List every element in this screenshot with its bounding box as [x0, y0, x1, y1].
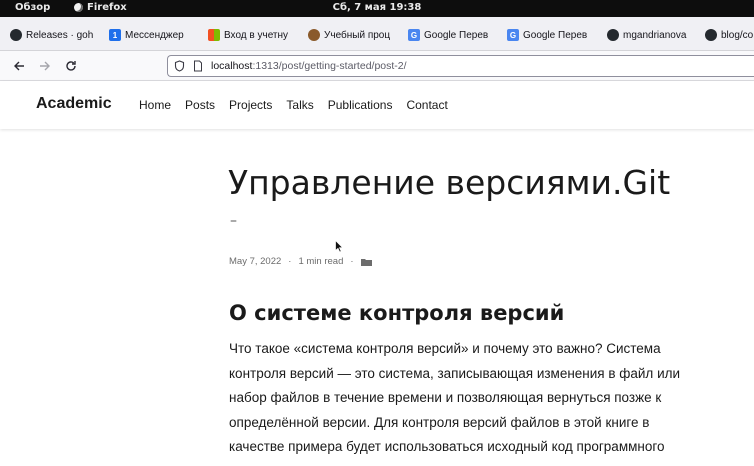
education-icon	[308, 29, 320, 41]
google-translate-icon: G	[408, 29, 420, 41]
paragraph-line: Что такое «система контроля версий» и по…	[229, 341, 661, 356]
site-navigation: Home Posts Projects Talks Publications C…	[139, 98, 448, 112]
tab-label: Releases · goh	[26, 29, 94, 41]
article-read-time: 1 min read	[298, 256, 344, 267]
url-host: localhost	[211, 60, 253, 72]
tab-label: Google Перев	[424, 29, 489, 41]
reload-button[interactable]	[62, 57, 80, 75]
folder-icon[interactable]	[360, 258, 372, 266]
url-text[interactable]: localhost:1313/post/getting-started/post…	[211, 60, 407, 72]
url-path: :1313/post/getting-started/post-2/	[252, 60, 407, 72]
arrow-left-icon	[14, 61, 24, 71]
tab-label: Учебный проц	[324, 29, 391, 41]
browser-tab[interactable]: mgandrianova	[607, 25, 691, 45]
system-clock[interactable]: Сб, 7 мая 19:38	[0, 2, 754, 13]
mouse-pointer-icon	[335, 240, 343, 253]
system-top-bar: Обзор Firefox Сб, 7 мая 19:38	[0, 0, 754, 17]
messenger-icon: 1	[109, 29, 121, 41]
paragraph-line: контроля версий — это система, записываю…	[229, 365, 681, 381]
github-icon	[607, 29, 619, 41]
tab-label: mgandrianova	[623, 29, 687, 41]
paragraph-line: определённой версии. Для контроля версий…	[229, 414, 650, 430]
site-brand[interactable]: Academic	[36, 95, 112, 113]
nav-link-publications[interactable]: Publications	[328, 98, 393, 112]
back-button[interactable]	[10, 57, 28, 75]
browser-tab[interactable]: Вход в учетну	[208, 25, 292, 45]
article-date: May 7, 2022	[229, 256, 282, 267]
nav-link-posts[interactable]: Posts	[185, 98, 215, 112]
github-icon	[10, 29, 22, 41]
section-heading: О системе контроля версий	[229, 301, 565, 325]
nav-link-projects[interactable]: Projects	[229, 98, 272, 112]
reload-icon	[66, 61, 76, 71]
browser-tab[interactable]: Учебный проц	[308, 25, 392, 45]
browser-tab[interactable]: G Google Перев	[507, 25, 591, 45]
nav-link-contact[interactable]: Contact	[406, 98, 447, 112]
browser-tab[interactable]: G Google Перев	[408, 25, 492, 45]
article-meta: May 7, 2022 · 1 min read ·	[229, 256, 372, 267]
meta-separator: ·	[288, 256, 292, 267]
arrow-right-icon	[40, 61, 50, 71]
browser-tab[interactable]: Releases · goh	[10, 25, 94, 45]
meta-separator: ·	[350, 256, 354, 267]
forward-button[interactable]	[36, 57, 54, 75]
browser-navigation-bar: localhost:1313/post/getting-started/post…	[0, 51, 754, 81]
google-translate-icon: G	[507, 29, 519, 41]
paragraph-line: качестве примера будет использоваться ис…	[229, 439, 665, 455]
tab-label: Вход в учетну	[224, 29, 289, 41]
github-icon	[705, 29, 717, 41]
browser-tab[interactable]: blog/co	[705, 25, 754, 45]
tracking-protection-shield-icon[interactable]	[174, 60, 185, 72]
article-paragraph: Что такое «система контроля версий» и по…	[229, 337, 739, 460]
browser-tab[interactable]: 1 Мессенджер	[109, 25, 193, 45]
article-subtitle: –	[230, 213, 237, 229]
address-bar[interactable]: localhost:1313/post/getting-started/post…	[167, 55, 754, 77]
article-title: Управление версиями.Git	[228, 163, 671, 202]
page-info-icon[interactable]	[193, 60, 203, 72]
tab-label: blog/co	[721, 29, 754, 41]
site-header: Academic Home Posts Projects Talks Publi…	[0, 81, 754, 129]
tab-label: Мессенджер	[125, 29, 184, 41]
tab-label: Google Перев	[523, 29, 588, 41]
microsoft-icon	[208, 29, 220, 41]
nav-link-home[interactable]: Home	[139, 98, 171, 112]
paragraph-line: набор файлов в течение времени и позволя…	[229, 390, 662, 406]
nav-link-talks[interactable]: Talks	[286, 98, 313, 112]
browser-tab-strip: Releases · goh 1 Мессенджер Вход в учетн…	[0, 17, 754, 51]
